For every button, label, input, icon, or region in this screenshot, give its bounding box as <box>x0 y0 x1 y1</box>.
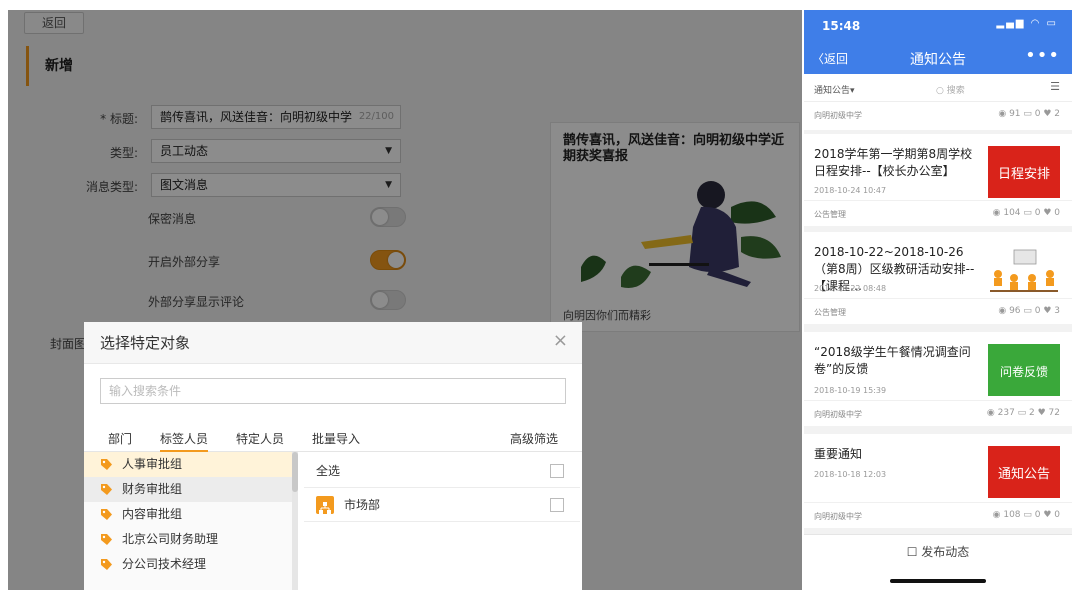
card-footer: 公告管理 ◉ 96 ▭ 0 ♥ 3 <box>804 298 1072 324</box>
tag-icon <box>101 559 112 570</box>
signal-wifi-battery-icon: ▂▄▆ ◠ ▭ <box>996 18 1058 29</box>
tag-icon <box>101 534 112 545</box>
more-icon[interactable]: ••• <box>1025 45 1060 66</box>
screen: 返回 新增 * 标题: 鹊传喜讯，风送佳音：向明初级中学 22/100 类型: … <box>0 0 1080 599</box>
card-source: 向明初级中学 <box>814 111 862 120</box>
partial-card-footer: 向明初级中学 ◉ 91 ▭ 0 ♥ 2 <box>804 102 1072 130</box>
thumb-text: 通知公告 <box>998 466 1050 482</box>
card-source: 向明初级中学 <box>814 512 862 521</box>
department-label: 市场部 <box>344 498 381 512</box>
department-checkbox[interactable] <box>550 498 564 512</box>
list-item[interactable]: 北京公司财务助理 <box>84 527 297 552</box>
list-item[interactable]: 重要通知 2018-10-18 12:03 通知公告 向明初级中学 ◉ 108 … <box>804 434 1072 528</box>
select-all-row[interactable]: 全选 <box>304 454 580 488</box>
card-source: 公告管理 <box>814 308 846 317</box>
phone-search[interactable]: ○ 搜索 <box>936 83 965 96</box>
category-filter[interactable]: 通知公告▾ <box>814 83 855 96</box>
close-icon[interactable]: × <box>553 330 568 351</box>
list-scrollbar[interactable] <box>292 452 298 590</box>
list-item[interactable]: “2018级学生午餐情况调查问卷”的反馈 2018-10-19 15:39 问卷… <box>804 332 1072 426</box>
card-stats: ◉ 108 ▭ 0 ♥ 0 <box>992 510 1060 520</box>
list-item[interactable]: 分公司技术经理 <box>84 552 297 577</box>
tag-icon <box>101 459 112 470</box>
search-input[interactable]: 输入搜索条件 <box>100 378 566 404</box>
card-footer: 向明初级中学 ◉ 237 ▭ 2 ♥ 72 <box>804 400 1072 426</box>
status-time: 15:48 <box>822 19 861 33</box>
filter-bar: 通知公告▾ ○ 搜索 ☰ <box>804 74 1072 102</box>
tag-group-list: 人事审批组 财务审批组 内容审批组 北京公司财务助理 分公司技术经理 <box>84 452 298 590</box>
classroom-thumbnail <box>988 244 1060 296</box>
card-date: 2018-10-24 10:47 <box>814 186 887 195</box>
card-stats: ◉ 104 ▭ 0 ♥ 0 <box>992 208 1060 218</box>
announcement-feed: 向明初级中学 ◉ 91 ▭ 0 ♥ 2 2018学年第一学期第8周学校日程安排-… <box>804 102 1072 532</box>
card-source: 公告管理 <box>814 210 846 219</box>
card-title: 2018学年第一学期第8周学校日程安排--【校长办公室】 <box>814 147 973 178</box>
group-label: 人事审批组 <box>122 457 183 471</box>
select-all-label: 全选 <box>316 464 341 478</box>
department-row[interactable]: 市场部 <box>304 488 580 522</box>
card-title: “2018级学生午餐情况调查问卷”的反馈 <box>814 345 971 376</box>
publish-button[interactable]: ☐ 发布动态 <box>804 543 1072 560</box>
list-item[interactable]: 人事审批组 <box>84 452 297 477</box>
group-label: 财务审批组 <box>122 482 183 496</box>
survey-thumbnail: 问卷反馈 <box>988 344 1060 396</box>
list-item[interactable]: 财务审批组 <box>84 477 297 502</box>
card-source: 向明初级中学 <box>814 410 862 419</box>
notice-thumbnail: 通知公告 <box>988 446 1060 498</box>
tag-icon <box>101 484 112 495</box>
nav-bar: 〈返回 通知公告 ••• <box>804 42 1072 74</box>
card-date: 2018-10-22 08:48 <box>814 284 887 293</box>
tab-specific-people[interactable]: 特定人员 <box>236 430 284 447</box>
card-footer: 公告管理 ◉ 104 ▭ 0 ♥ 0 <box>804 200 1072 226</box>
list-item[interactable]: 内容审批组 <box>84 502 297 527</box>
status-bar: 15:48 ▂▄▆ ◠ ▭ <box>804 10 1072 42</box>
thumb-text: 问卷反馈 <box>1000 364 1048 379</box>
tab-department[interactable]: 部门 <box>108 430 132 447</box>
card-stats: ◉ 96 ▭ 0 ♥ 3 <box>998 306 1060 316</box>
card-stats: ◉ 237 ▭ 2 ♥ 72 <box>986 408 1060 418</box>
tag-icon <box>101 509 112 520</box>
group-label: 分公司技术经理 <box>122 557 207 571</box>
list-item[interactable]: 2018-10-22~2018-10-26（第8周）区级教研活动安排--【课程…… <box>804 232 1072 324</box>
thumb-text: 日程安排 <box>998 167 1050 182</box>
schedule-thumbnail: 日程安排 <box>988 146 1060 198</box>
select-target-dialog: 选择特定对象 × 输入搜索条件 部门 标签人员 特定人员 批量导入 高级筛选 人… <box>84 322 582 590</box>
card-date: 2018-10-19 15:39 <box>814 386 887 395</box>
tab-batch-import[interactable]: 批量导入 <box>312 430 360 447</box>
card-stats: ◉ 91 ▭ 0 ♥ 2 <box>998 109 1060 119</box>
mobile-preview: 15:48 ▂▄▆ ◠ ▭ 〈返回 通知公告 ••• 通知公告▾ ○ 搜索 ☰ … <box>804 10 1072 590</box>
card-date: 2018-10-18 12:03 <box>814 470 887 479</box>
home-indicator <box>890 579 986 583</box>
card-footer: 向明初级中学 ◉ 108 ▭ 0 ♥ 0 <box>804 502 1072 528</box>
group-label: 内容审批组 <box>122 507 183 521</box>
list-item[interactable]: 2018学年第一学期第8周学校日程安排--【校长办公室】 2018-10-24 … <box>804 134 1072 226</box>
list-view-icon[interactable]: ☰ <box>1050 80 1060 93</box>
group-label: 北京公司财务助理 <box>122 532 219 546</box>
publish-bar: ☐ 发布动态 <box>804 534 1072 590</box>
card-title: 重要通知 <box>814 447 863 461</box>
dialog-title: 选择特定对象 <box>100 334 191 352</box>
select-all-checkbox[interactable] <box>550 464 564 478</box>
advanced-filter-link[interactable]: 高级筛选 <box>510 430 558 447</box>
dialog-header: 选择特定对象 × <box>84 322 582 364</box>
org-chart-icon <box>316 496 334 514</box>
tab-tagged-people[interactable]: 标签人员 <box>160 430 209 452</box>
dialog-tabs: 部门 标签人员 特定人员 批量导入 高级筛选 <box>84 424 582 452</box>
